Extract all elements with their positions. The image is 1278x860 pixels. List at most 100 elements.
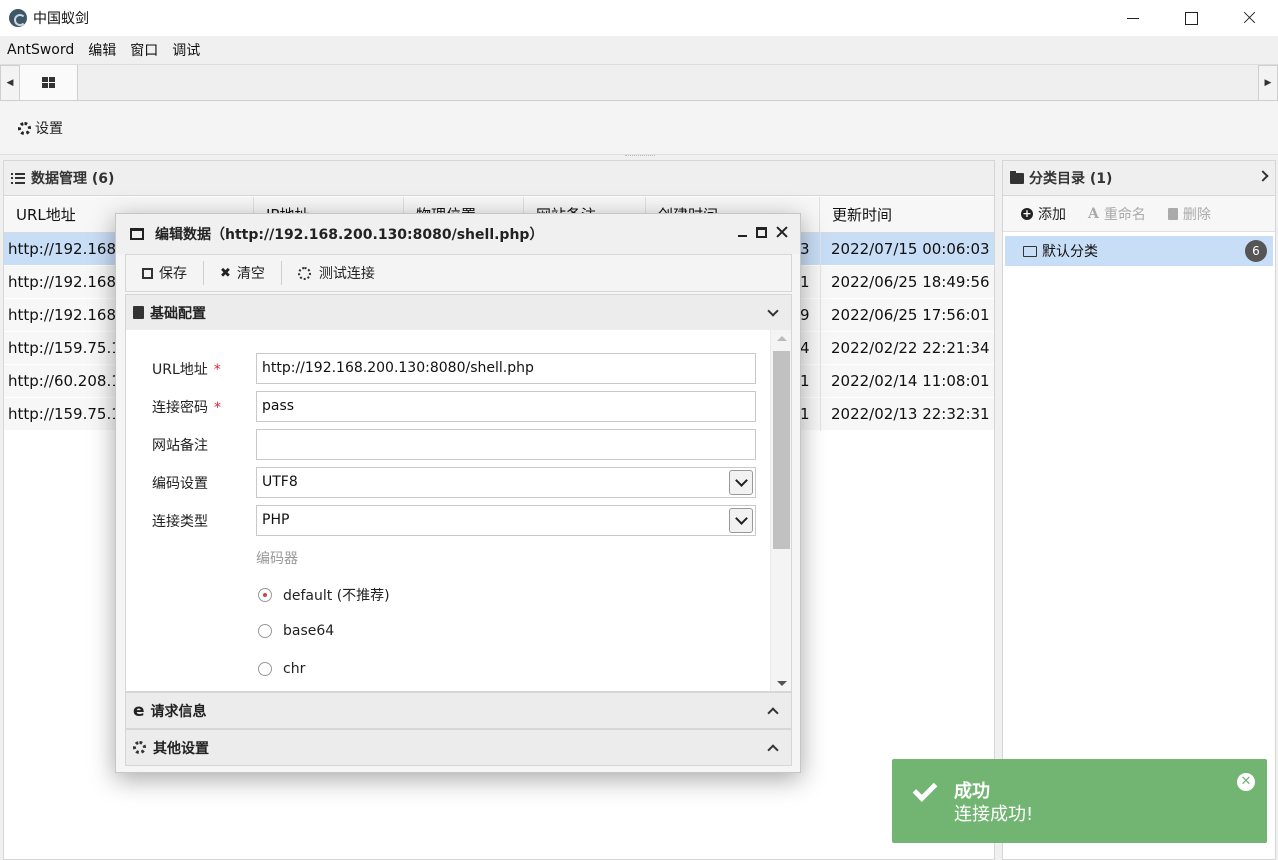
clear-button[interactable]: ✖ 清空	[204, 261, 282, 285]
tab-strip: ◀ ▶	[0, 65, 1278, 101]
close-icon: ✖	[220, 265, 231, 281]
dialog-close-button[interactable]	[776, 226, 788, 238]
dialog-title: 编辑数据（http://192.168.200.130:8080/shell.p…	[155, 227, 544, 243]
row-url: http://192.168	[8, 273, 116, 291]
settings-button[interactable]: 设置	[18, 118, 63, 138]
url-field[interactable]: http://192.168.200.130:8080/shell.php	[256, 353, 756, 384]
window-controls	[1104, 0, 1278, 36]
note-field[interactable]	[256, 429, 756, 460]
encoding-select[interactable]: UTF8	[256, 467, 756, 498]
section-basic-label: 基础配置	[150, 305, 206, 322]
section-other-settings[interactable]: 其他设置	[125, 729, 792, 766]
rename-category-label: 重命名	[1103, 206, 1146, 223]
save-icon	[142, 267, 153, 279]
main-toolbar: 设置	[0, 101, 1278, 155]
category-name: 默认分类	[1042, 244, 1098, 260]
encoder-label: 编码器	[256, 551, 298, 567]
dialog-maximize-button[interactable]	[756, 226, 767, 238]
category-panel-header: 分类目录 (1)	[1003, 161, 1275, 196]
dialog-toolbar: 保存 ✖ 清空 测试连接	[125, 254, 792, 292]
encoder-option-chr[interactable]: chr	[258, 661, 305, 677]
category-toolbar: + 添加 A 重命名 删除	[1003, 196, 1275, 232]
basic-config-form: URL地址 * http://192.168.200.130:8080/shell…	[125, 330, 792, 692]
menu-antsword[interactable]: AntSword	[0, 42, 81, 58]
save-button[interactable]: 保存	[126, 261, 204, 285]
clear-label: 清空	[236, 266, 265, 282]
radio-unchecked-icon	[258, 662, 272, 676]
scrollbar-thumb[interactable]	[773, 351, 790, 549]
password-field-label: 连接密码 *	[152, 400, 221, 416]
category-item-default[interactable]: 默认分类 6	[1005, 236, 1273, 266]
test-connection-label: 测试连接	[318, 266, 375, 282]
tab-home[interactable]	[20, 65, 78, 100]
chevron-up-icon	[767, 707, 779, 719]
row-created-tail: 1	[800, 273, 810, 291]
row-created-tail: 4	[800, 339, 810, 357]
menu-debug[interactable]: 调试	[165, 40, 207, 60]
scroll-up-arrow-icon[interactable]	[777, 336, 787, 341]
gear-icon	[18, 121, 31, 135]
data-panel-title: 数据管理 (6)	[31, 171, 115, 187]
menu-edit[interactable]: 编辑	[81, 40, 123, 60]
close-button[interactable]	[1220, 0, 1278, 36]
rename-category-button[interactable]: A 重命名	[1088, 204, 1146, 224]
row-updated: 2022/06/25 18:49:56	[820, 266, 994, 299]
connection-type-select[interactable]: PHP	[256, 505, 756, 536]
url-field-label: URL地址 *	[152, 362, 221, 378]
form-scrollbar[interactable]	[770, 330, 791, 691]
cogs-icon	[133, 741, 146, 754]
plus-circle-icon: +	[1021, 206, 1033, 220]
toast-message: 连接成功!	[954, 804, 1034, 825]
file-text-icon	[133, 306, 144, 319]
tab-scroll-left-button[interactable]: ◀	[0, 65, 20, 101]
column-updated[interactable]: 更新时间	[820, 197, 994, 233]
row-url: http://60.208.1	[8, 372, 121, 390]
row-updated: 2022/07/15 00:06:03	[820, 233, 994, 266]
edit-data-dialog: 编辑数据（http://192.168.200.130:8080/shell.p…	[115, 213, 801, 773]
antsword-logo-icon	[9, 9, 27, 27]
encoder-option-default[interactable]: default (不推荐)	[258, 585, 390, 605]
encoding-field-label: 编码设置	[152, 476, 208, 492]
add-category-button[interactable]: + 添加	[1021, 204, 1066, 224]
trash-icon	[1167, 207, 1178, 220]
ie-icon: e	[133, 700, 145, 721]
note-field-label: 网站备注	[152, 438, 208, 454]
chevron-down-icon	[767, 305, 779, 317]
radio-unchecked-icon	[258, 624, 272, 638]
menu-window[interactable]: 窗口	[123, 40, 165, 60]
menu-bar: AntSword 编辑 窗口 调试	[0, 36, 1278, 65]
row-updated: 2022/02/22 22:21:34	[820, 332, 994, 365]
check-icon	[912, 777, 938, 802]
section-basic-config[interactable]: 基础配置	[125, 294, 792, 331]
font-icon: A	[1088, 205, 1099, 222]
minimize-button[interactable]	[1104, 0, 1162, 36]
encoder-option-label: default (不推荐)	[283, 588, 390, 604]
window-title: 中国蚁剑	[33, 11, 89, 27]
title-bar: 中国蚁剑	[0, 0, 1278, 36]
section-request-info[interactable]: e 请求信息	[125, 692, 792, 729]
row-url: http://159.75.1	[8, 339, 121, 357]
toast-close-icon[interactable]: ✕	[1237, 773, 1255, 791]
folder-outline-icon	[1023, 245, 1037, 257]
dialog-title-bar[interactable]: 编辑数据（http://192.168.200.130:8080/shell.p…	[116, 214, 800, 254]
password-field[interactable]: pass	[256, 391, 756, 422]
settings-label: 设置	[35, 121, 63, 137]
row-url: http://192.168	[8, 240, 116, 258]
panel-splitter[interactable]	[625, 155, 655, 157]
test-connection-button[interactable]: 测试连接	[282, 261, 391, 285]
type-field-label: 连接类型	[152, 514, 208, 530]
list-icon	[11, 172, 25, 184]
folder-icon	[1010, 170, 1024, 184]
row-created-tail: 1	[800, 405, 810, 423]
scroll-down-arrow-icon[interactable]	[777, 681, 787, 686]
maximize-button[interactable]	[1162, 0, 1220, 36]
dialog-minimize-button[interactable]	[738, 235, 747, 237]
tab-scroll-right-button[interactable]: ▶	[1258, 65, 1278, 101]
save-label: 保存	[159, 266, 187, 282]
collapse-panel-chevron-icon[interactable]	[1257, 170, 1269, 182]
section-other-label: 其他设置	[153, 740, 209, 757]
encoder-option-base64[interactable]: base64	[258, 623, 334, 639]
grid-icon	[42, 77, 55, 88]
delete-category-label: 删除	[1182, 206, 1211, 223]
delete-category-button[interactable]: 删除	[1167, 204, 1211, 224]
